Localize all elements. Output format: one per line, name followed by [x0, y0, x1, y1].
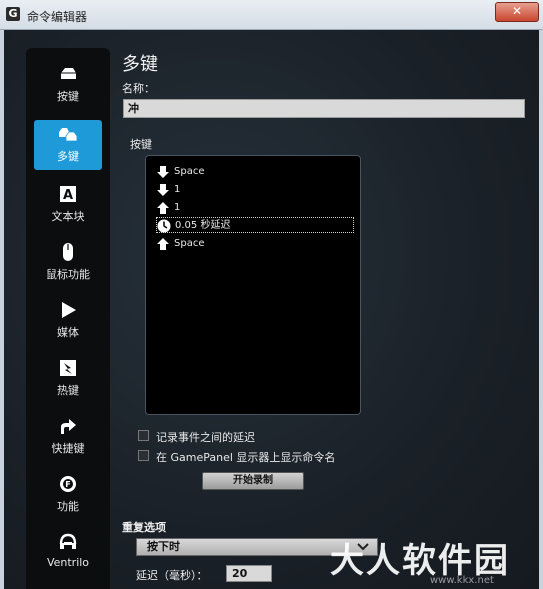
sidebar-item-label: 热键 [57, 384, 79, 397]
sidebar-item-multikey[interactable]: 多键 [34, 120, 102, 170]
sidebar-item-label: Ventrilo [46, 556, 90, 569]
keystroke-text: 1 [174, 184, 181, 195]
record-delay-label: 记录事件之间的延迟 [156, 431, 255, 444]
text-block-icon: A [60, 186, 76, 203]
sidebar-item-label: 多键 [57, 150, 79, 163]
key-down-arrow-icon [157, 184, 169, 196]
play-icon [62, 302, 76, 318]
svg-text:F: F [65, 480, 70, 489]
logitech-g-logo-icon: G [6, 7, 20, 21]
delay-label: 延迟（毫秒）： [136, 569, 208, 582]
sidebar-item-label: 按键 [57, 90, 79, 103]
sidebar-item-label: 鼠标功能 [46, 268, 90, 281]
headset-icon [59, 533, 77, 549]
title-bar: G 命令编辑器 ✕ [0, 0, 543, 30]
keystroke-text: 1 [174, 202, 181, 213]
sidebar-item-label: 快捷键 [51, 442, 85, 455]
keystroke-text: 0.05 秒延迟 [175, 220, 231, 231]
mouse-icon [63, 243, 73, 261]
list-item[interactable]: 1 [156, 200, 354, 216]
list-item-selected[interactable]: 0.05 秒延迟 [156, 217, 354, 233]
key-up-arrow-icon [157, 202, 169, 214]
key-up-arrow-icon [157, 238, 169, 250]
sidebar-item-key[interactable]: 按键 [34, 60, 102, 110]
gamepanel-label: 在 GamePanel 显示器上显示命令名 [156, 451, 336, 464]
sidebar-item-shortcut[interactable]: 快捷键 [34, 412, 102, 462]
list-item[interactable]: 1 [156, 182, 354, 198]
name-field[interactable]: 冲 [123, 99, 525, 118]
sidebar-item-hotkey[interactable]: 热键 [34, 354, 102, 404]
list-item[interactable]: Space [156, 236, 354, 252]
key-icon [61, 68, 76, 79]
keystroke-text: Space [174, 166, 205, 177]
keystroke-list[interactable]: Space 1 1 0.05 秒延迟 Space [145, 155, 361, 415]
sidebar-item-function[interactable]: F 功能 [34, 470, 102, 520]
clock-icon [157, 219, 171, 233]
page-title: 多键 [122, 54, 158, 75]
start-recording-button[interactable]: 开始录制 [202, 472, 304, 490]
sidebar-item-label: 媒体 [57, 326, 79, 339]
sidebar-item-ventrilo[interactable]: Ventrilo [34, 528, 102, 578]
shortcut-arrow-icon [61, 419, 76, 434]
function-gear-icon: F [60, 476, 76, 492]
key-down-arrow-icon [157, 166, 169, 178]
sidebar-item-text-block[interactable]: A 文本块 [34, 180, 102, 230]
svg-text:A: A [63, 188, 73, 203]
keys-label: 按键 [130, 138, 152, 151]
sidebar-item-media[interactable]: 媒体 [34, 296, 102, 346]
delay-ms-field[interactable]: 20 [226, 565, 272, 582]
repeat-mode-value: 按下时 [147, 540, 180, 553]
sidebar-item-mouse[interactable]: 鼠标功能 [34, 238, 102, 288]
gamepanel-checkbox[interactable] [138, 450, 149, 461]
multikey-icon [59, 128, 78, 142]
name-label: 名称： [122, 82, 155, 95]
hotkey-icon [60, 360, 76, 376]
sidebar-item-label: 文本块 [51, 210, 85, 223]
window-title: 命令编辑器 [27, 10, 88, 24]
keystroke-text: Space [174, 238, 205, 249]
repeat-options-label: 重复选项 [122, 521, 166, 534]
record-delay-checkbox[interactable] [138, 430, 149, 441]
close-button[interactable]: ✕ [495, 2, 539, 22]
site-watermark-url: www.kkx.net [430, 575, 494, 586]
sidebar-item-label: 功能 [57, 500, 79, 513]
command-type-sidebar: 按键 多键 A 文本块 鼠标功能 媒体 热键 快捷键 F 功能 Ventrilo [26, 48, 110, 589]
list-item[interactable]: Space [156, 164, 354, 180]
